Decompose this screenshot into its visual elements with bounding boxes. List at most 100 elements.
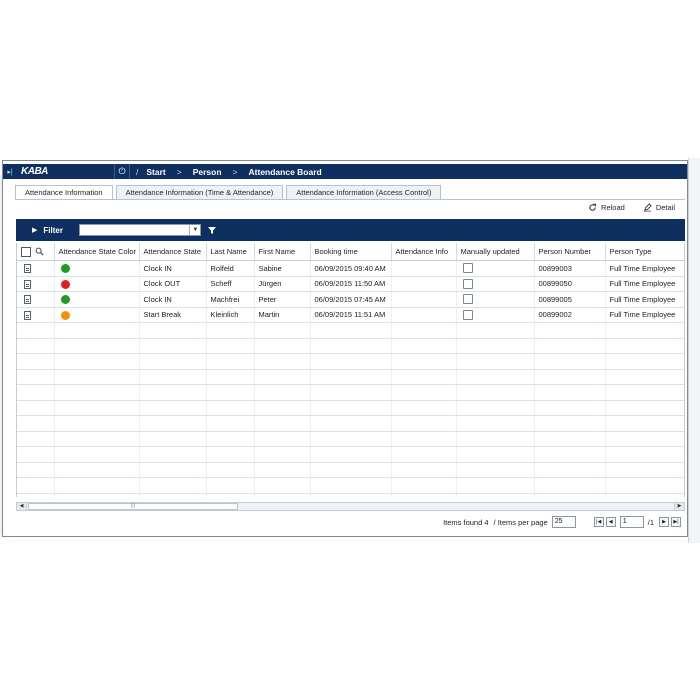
page-number-input[interactable]: 1: [619, 516, 644, 528]
empty-cell: [391, 493, 457, 497]
empty-cell: [310, 446, 392, 463]
chevron-down-icon[interactable]: ▼: [189, 225, 200, 235]
column-header-state-color[interactable]: Attendance State Color: [54, 243, 140, 261]
manually-updated-cell: [456, 260, 535, 277]
empty-cell: [139, 493, 207, 497]
column-header-booking-time[interactable]: Booking time: [310, 243, 392, 261]
filter-expand-icon[interactable]: ▶: [32, 226, 37, 234]
column-header-person-number[interactable]: Person Number: [534, 243, 606, 261]
manually-updated-checkbox[interactable]: [462, 309, 473, 320]
top-navigation-bar: ▸| KABA ⏻ / Start > Person > Attendance …: [3, 164, 687, 179]
items-per-page-label: / Items per page: [493, 517, 548, 527]
document-icon[interactable]: [24, 310, 31, 320]
empty-cell: [139, 431, 207, 447]
manually-updated-checkbox[interactable]: [462, 263, 473, 274]
empty-cell: [17, 400, 55, 416]
table-row[interactable]: Clock IN Rolfeld Sabine 06/09/2015 09:40 AM…: [17, 260, 684, 277]
empty-cell: [254, 493, 311, 497]
column-header-manually-updated[interactable]: Manually updated: [456, 243, 535, 261]
grid-tools-header: [17, 243, 55, 261]
empty-table-row: [17, 353, 684, 370]
scroll-right-icon[interactable]: ▶: [674, 503, 684, 510]
document-icon[interactable]: [24, 264, 31, 273]
empty-cell: [254, 431, 311, 447]
empty-cell: [605, 384, 684, 401]
search-icon[interactable]: [35, 247, 44, 256]
empty-cell: [54, 446, 140, 463]
empty-cell: [310, 384, 392, 401]
manually-updated-checkbox[interactable]: [462, 278, 473, 289]
empty-cell: [310, 369, 392, 385]
column-header-first-name[interactable]: First Name: [254, 243, 311, 261]
empty-cell: [391, 415, 457, 432]
status-dot: [60, 279, 70, 289]
document-icon[interactable]: [24, 295, 31, 304]
column-header-person-type[interactable]: Person Type: [605, 243, 684, 261]
empty-cell: [17, 493, 55, 497]
tab-attendance-information[interactable]: Attendance Information: [15, 185, 113, 200]
filter-select[interactable]: ▼: [79, 224, 202, 236]
empty-cell: [206, 322, 255, 339]
tab-divider: [15, 199, 685, 200]
row-detail-cell[interactable]: [17, 291, 55, 308]
empty-cell: [456, 322, 535, 339]
last-page-icon[interactable]: ▶|: [671, 517, 681, 527]
first-name-cell: Peter: [254, 291, 311, 308]
state-cell: Clock IN: [139, 260, 207, 277]
empty-cell: [605, 369, 684, 385]
empty-table-row: [17, 384, 684, 401]
empty-cell: [456, 462, 535, 478]
filter-funnel-icon[interactable]: [207, 225, 217, 235]
empty-cell: [534, 400, 606, 416]
empty-cell: [605, 415, 684, 432]
breadcrumb-start[interactable]: Start: [146, 167, 165, 177]
empty-cell: [310, 322, 392, 339]
scroll-left-icon[interactable]: ◀: [17, 503, 27, 510]
column-header-state[interactable]: Attendance State: [139, 243, 207, 261]
column-header-last-name[interactable]: Last Name: [206, 243, 255, 261]
horizontal-scrollbar[interactable]: ◀ ||| ▶: [16, 502, 685, 511]
scroll-thumb[interactable]: |||: [28, 503, 238, 510]
document-icon[interactable]: [24, 279, 31, 289]
empty-cell: [254, 322, 311, 339]
table-row[interactable]: Clock IN Machfrei Peter 06/09/2015 07:45 AM…: [17, 291, 684, 308]
empty-cell: [254, 446, 311, 463]
last-name-cell: Machfrei: [206, 291, 255, 308]
grid-actions: Reload Detail: [588, 203, 675, 212]
empty-cell: [310, 431, 392, 447]
empty-cell: [206, 400, 255, 416]
power-icon[interactable]: ⏻: [115, 164, 130, 179]
empty-cell: [54, 338, 140, 354]
filter-label[interactable]: Filter: [43, 226, 79, 235]
column-chooser-icon[interactable]: [21, 246, 31, 257]
sidebar-toggle-icon[interactable]: ▸|: [3, 168, 17, 176]
tab-attendance-access-control[interactable]: Attendance Information (Access Control): [286, 185, 442, 200]
column-header-attendance-info[interactable]: Attendance Info: [391, 243, 457, 261]
empty-cell: [605, 493, 684, 497]
empty-cell: [534, 462, 606, 478]
table-row[interactable]: Start Break Kleinlich Martin 06/09/2015 11:…: [17, 307, 684, 323]
tab-attendance-time-attendance[interactable]: Attendance Information (Time & Attendanc…: [115, 185, 284, 200]
manually-updated-checkbox[interactable]: [462, 294, 473, 305]
empty-cell: [17, 369, 55, 385]
empty-cell: [456, 338, 535, 354]
empty-cell: [605, 431, 684, 447]
table-row[interactable]: Clock OUT Scheff Jürgen 06/09/2015 11:50 AM…: [17, 276, 684, 292]
reload-button[interactable]: Reload: [588, 203, 625, 212]
breadcrumb-attendance-board[interactable]: Attendance Board: [249, 167, 322, 177]
empty-cell: [206, 431, 255, 447]
detail-button[interactable]: Detail: [643, 203, 675, 212]
empty-cell: [391, 477, 457, 494]
empty-table-row: [17, 462, 684, 478]
items-per-page-input[interactable]: 25: [551, 516, 576, 528]
empty-cell: [310, 462, 392, 478]
row-detail-cell[interactable]: [17, 276, 55, 292]
first-page-icon[interactable]: |◀: [593, 517, 604, 527]
row-detail-cell[interactable]: [17, 260, 55, 277]
breadcrumb-person[interactable]: Person: [193, 167, 222, 177]
manually-updated-cell: [456, 291, 535, 308]
row-detail-cell[interactable]: [17, 307, 55, 323]
next-page-icon[interactable]: ▶: [659, 517, 669, 527]
previous-page-icon[interactable]: ◀: [605, 517, 616, 527]
empty-cell: [605, 322, 684, 339]
